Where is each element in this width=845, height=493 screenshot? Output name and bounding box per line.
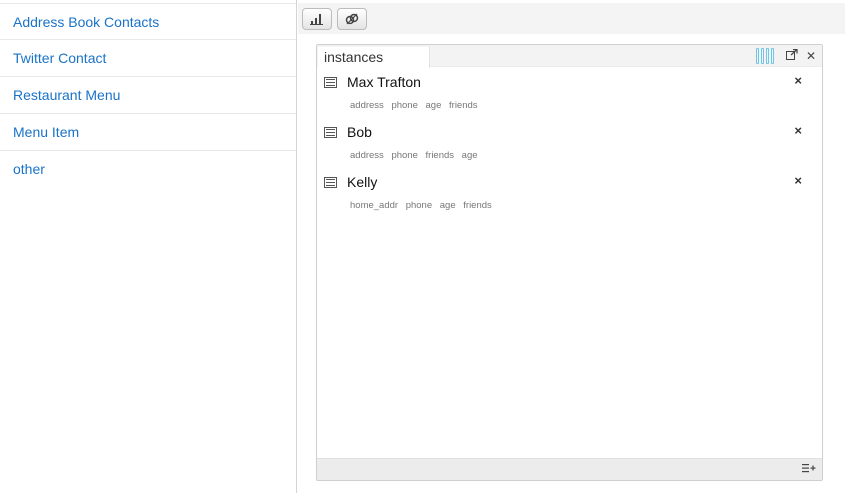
- instance-name[interactable]: Bob: [347, 124, 372, 140]
- columns-icon[interactable]: [755, 48, 774, 64]
- field-label: phone: [405, 200, 433, 211]
- field-label: friends: [425, 150, 455, 161]
- list-item[interactable]: Bob address phone friends age ×: [317, 119, 822, 169]
- link-button[interactable]: [337, 8, 367, 30]
- field-label: age: [425, 100, 442, 111]
- toolbar: [298, 3, 845, 34]
- bar-chart-icon: [310, 14, 323, 25]
- field-label: phone: [391, 150, 418, 161]
- sidebar-item-other[interactable]: other: [0, 151, 296, 188]
- instance-name[interactable]: Max Trafton: [347, 74, 421, 90]
- instance-list: Max Trafton address phone age friends × …: [317, 69, 822, 219]
- record-icon: [324, 127, 337, 138]
- field-label: friends: [463, 200, 492, 211]
- field-label: address: [350, 150, 384, 161]
- tab-instances[interactable]: instances: [318, 47, 430, 68]
- instance-fields: address phone age friends: [350, 100, 483, 111]
- list-item[interactable]: Max Trafton address phone age friends ×: [317, 69, 822, 119]
- instance-fields: address phone friends age: [350, 150, 483, 161]
- add-list-icon[interactable]: [802, 462, 816, 476]
- field-label: friends: [449, 100, 478, 111]
- sidebar-list: Address Book Contacts Twitter Contact Re…: [0, 0, 296, 188]
- remove-instance-icon[interactable]: ×: [794, 73, 802, 88]
- panel-footer: [317, 458, 822, 480]
- main-area: instances ✕ Max Trafton address phone ag…: [298, 0, 845, 493]
- panel-header-icons: ✕: [755, 48, 816, 64]
- field-label: phone: [391, 100, 418, 111]
- instances-panel: instances ✕ Max Trafton address phone ag…: [316, 44, 823, 481]
- sidebar-item-twitter-contact[interactable]: Twitter Contact: [0, 40, 296, 77]
- sidebar-item-menu-item[interactable]: Menu Item: [0, 114, 296, 151]
- field-label: age: [461, 150, 478, 161]
- field-label: home_addr: [350, 200, 399, 211]
- popout-icon[interactable]: [785, 48, 798, 64]
- panel-header: instances ✕: [317, 45, 822, 68]
- sidebar: Address Book Contacts Twitter Contact Re…: [0, 0, 297, 493]
- sidebar-item-restaurant-menu[interactable]: Restaurant Menu: [0, 77, 296, 114]
- close-icon[interactable]: ✕: [806, 48, 816, 64]
- record-icon: [324, 177, 337, 188]
- field-label: address: [350, 100, 384, 111]
- list-item[interactable]: Kelly home_addr phone age friends ×: [317, 169, 822, 219]
- record-icon: [324, 77, 337, 88]
- instance-name[interactable]: Kelly: [347, 174, 377, 190]
- field-label: age: [439, 200, 456, 211]
- remove-instance-icon[interactable]: ×: [794, 123, 802, 138]
- remove-instance-icon[interactable]: ×: [794, 173, 802, 188]
- instance-fields: home_addr phone age friends: [350, 200, 497, 211]
- chart-button[interactable]: [302, 8, 332, 30]
- sidebar-item-address-book-contacts[interactable]: Address Book Contacts: [0, 3, 296, 40]
- link-icon: [345, 13, 359, 25]
